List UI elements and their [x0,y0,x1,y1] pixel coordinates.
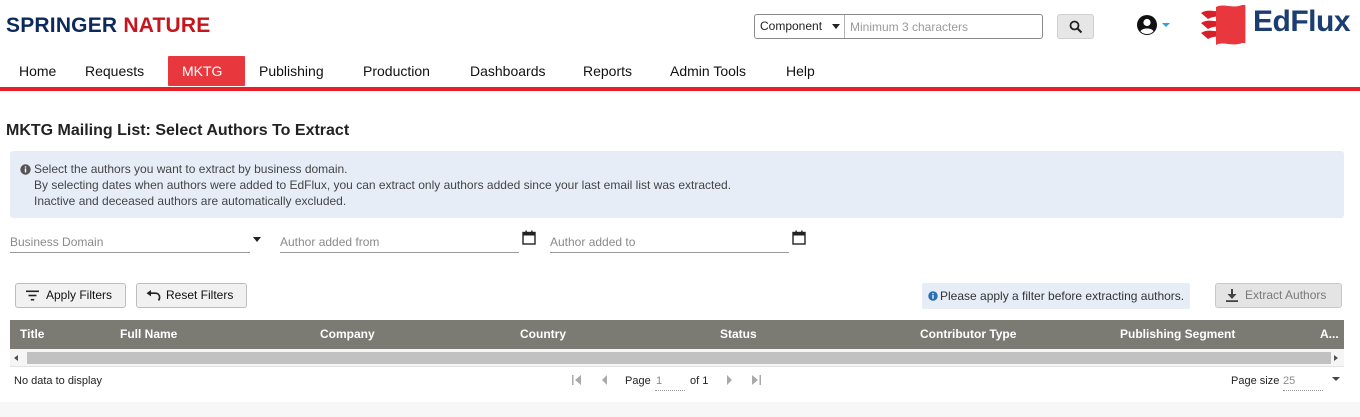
grid-header: Title Full Name Company Country Status C… [10,320,1344,349]
nav-item-publishing[interactable]: Publishing [245,56,338,86]
horizontal-scrollbar[interactable] [10,349,1344,367]
column-header-publishing-segment[interactable]: Publishing Segment [1120,320,1235,349]
springer-nature-logo[interactable]: SPRINGER NATURE [6,14,210,38]
scroll-right-icon[interactable] [1334,355,1338,361]
filter-icon [26,290,39,301]
main-nav: Home Requests MKTG Publishing Production… [0,54,1360,87]
author-added-from-field[interactable]: Author added from [280,229,536,253]
search-button[interactable] [1057,14,1094,39]
nav-item-production[interactable]: Production [349,56,444,86]
undo-icon [146,290,161,301]
calendar-icon[interactable] [522,230,536,245]
apply-filters-button[interactable]: Apply Filters [15,283,126,308]
info-icon [928,291,938,301]
page-size-select[interactable]: 25 [1283,371,1323,391]
column-header-status[interactable]: Status [720,320,757,349]
search-input[interactable] [845,15,1042,38]
reset-filters-button[interactable]: Reset Filters [136,283,247,308]
extract-authors-button[interactable]: Extract Authors [1215,283,1342,308]
first-page-icon[interactable] [571,374,583,386]
business-domain-select[interactable]: Business Domain [10,229,261,253]
nav-item-reports[interactable]: Reports [569,56,646,86]
nav-item-dashboards[interactable]: Dashboards [456,56,560,86]
download-icon [1226,289,1238,302]
column-header-full-name[interactable]: Full Name [120,320,177,349]
column-header-truncated[interactable]: A... [1320,320,1339,349]
info-text: Select the authors you want to extract b… [34,162,348,176]
author-added-to-field[interactable]: Author added to [550,229,806,253]
caret-down-icon [832,24,840,29]
user-account-icon [1137,15,1157,35]
nav-divider [0,87,1360,91]
next-page-icon[interactable] [723,374,735,386]
info-icon [20,164,31,175]
column-header-country[interactable]: Country [520,320,566,349]
page-footer [0,402,1360,417]
user-menu-button[interactable] [1136,14,1176,40]
grid-pager: No data to display Page 1 of 1 Page size… [10,367,1344,395]
page-title: MKTG Mailing List: Select Authors To Ext… [6,122,350,139]
nav-item-home[interactable]: Home [5,56,70,86]
nav-item-requests[interactable]: Requests [71,56,158,86]
column-header-company[interactable]: Company [320,320,375,349]
info-text: Inactive and deceased authors are automa… [34,194,347,208]
global-search: Component [754,14,1043,39]
top-header: SPRINGER NATURE Component EdFlux [0,0,1360,54]
search-icon [1069,20,1083,34]
empty-message: No data to display [14,375,103,387]
previous-page-icon[interactable] [599,374,611,386]
edflux-logo[interactable]: EdFlux [1253,5,1351,39]
search-scope-select[interactable]: Component [755,15,845,38]
nav-item-admin-tools[interactable]: Admin Tools [656,56,760,86]
caret-down-icon[interactable] [1332,377,1340,381]
extract-notice: Please apply a filter before extracting … [922,283,1190,309]
page-number-input[interactable]: 1 [655,371,685,391]
scroll-left-icon[interactable] [14,355,18,361]
info-text: By selecting dates when authors were add… [34,178,732,192]
caret-down-icon [253,237,261,242]
caret-down-icon [1162,23,1170,27]
scrollbar-thumb[interactable] [27,352,1331,364]
column-header-contributor-type[interactable]: Contributor Type [920,320,1016,349]
last-page-icon[interactable] [750,374,762,386]
nav-item-help[interactable]: Help [772,56,829,86]
column-header-title[interactable]: Title [20,320,44,349]
nav-item-mktg[interactable]: MKTG [168,56,245,86]
calendar-icon[interactable] [792,230,806,245]
info-panel: Select the authors you want to extract b… [10,151,1344,218]
